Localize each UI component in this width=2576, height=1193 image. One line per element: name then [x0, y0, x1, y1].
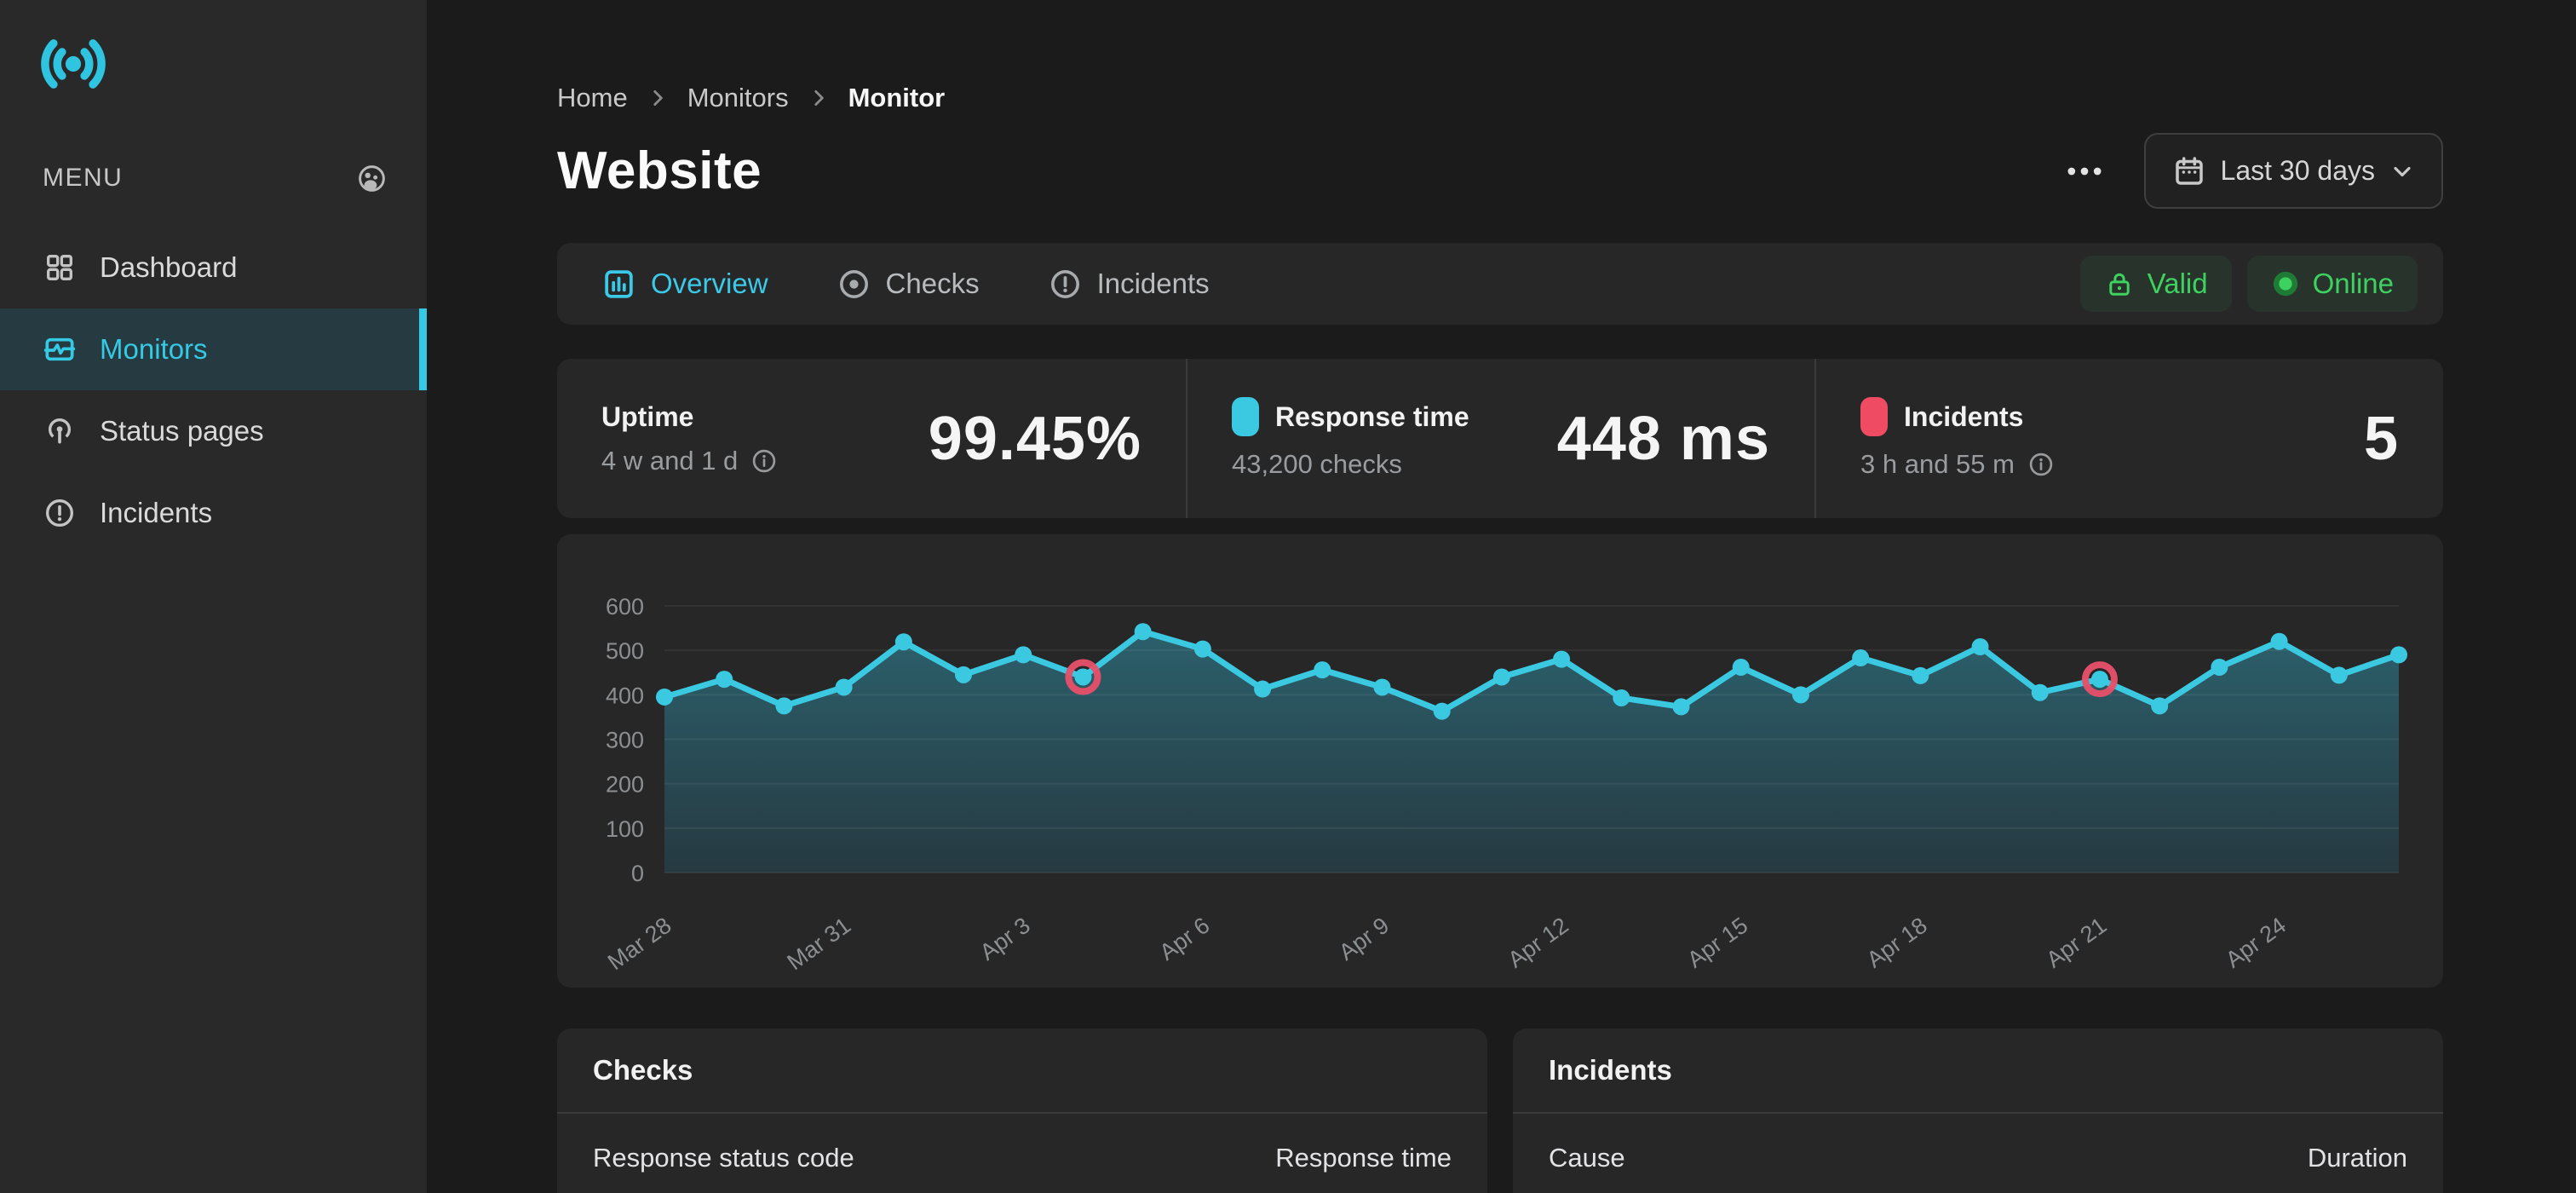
info-icon[interactable] — [2027, 450, 2056, 479]
chevron-right-icon — [808, 87, 830, 109]
svg-text:Mar 28: Mar 28 — [603, 913, 676, 976]
info-icon[interactable] — [750, 447, 779, 475]
incidents-swatch — [1860, 397, 1888, 436]
response-time-swatch — [1232, 397, 1259, 436]
page-title: Website — [557, 141, 762, 201]
svg-text:200: 200 — [606, 772, 644, 798]
app-logo-icon[interactable] — [37, 28, 109, 100]
checks-table-title: Checks — [557, 1029, 1487, 1114]
calendar-icon — [2171, 153, 2207, 189]
stat-title: Uptime — [601, 401, 693, 433]
tab-bar: Overview Checks Incidents — [557, 243, 2443, 325]
svg-text:Apr 9: Apr 9 — [1334, 913, 1394, 965]
tab-checks[interactable]: Checks — [837, 267, 980, 302]
chart-card: 0 100 200 300 400 500 600 Mar 28 Mar 31 Apr 3 Apr … — [557, 534, 2443, 988]
column-cause: Cause — [1549, 1143, 1625, 1173]
breadcrumb-monitors[interactable]: Monitors — [687, 83, 789, 113]
online-status-badge: Online — [2247, 256, 2418, 312]
bar-chart-square-icon — [601, 267, 636, 302]
svg-text:0: 0 — [631, 861, 644, 886]
incidents-table-card: Incidents Cause Duration — [1513, 1029, 2443, 1193]
sidebar-item-label: Status pages — [100, 415, 264, 447]
stat-subtitle: 4 w and 1 d — [601, 446, 738, 476]
online-dot-icon — [2271, 269, 2300, 298]
stat-uptime: Uptime 4 w and 1 d 99.45% — [557, 359, 1186, 518]
column-response-status-code: Response status code — [593, 1143, 854, 1173]
svg-text:500: 500 — [606, 638, 644, 664]
date-range-button[interactable]: Last 30 days — [2144, 133, 2443, 209]
broadcast-icon — [43, 414, 77, 448]
breadcrumb: Home Monitors Monitor — [557, 82, 2443, 114]
tab-label: Checks — [886, 268, 980, 300]
svg-text:600: 600 — [606, 594, 644, 620]
breadcrumb-monitor: Monitor — [848, 83, 946, 113]
svg-text:Mar 31: Mar 31 — [783, 913, 856, 976]
svg-text:Apr 15: Apr 15 — [1682, 913, 1752, 973]
svg-text:Apr 6: Apr 6 — [1155, 913, 1215, 965]
tab-overview[interactable]: Overview — [601, 267, 768, 302]
badge-label: Valid — [2148, 268, 2208, 300]
account-face-icon[interactable] — [356, 163, 388, 194]
chevron-right-icon — [647, 87, 669, 109]
tab-incidents[interactable]: Incidents — [1048, 267, 1210, 302]
sidebar-item-label: Incidents — [100, 497, 212, 529]
sidebar: MENU Dashboard — [0, 0, 427, 1193]
stat-title: Incidents — [1904, 401, 2023, 433]
svg-text:300: 300 — [606, 728, 644, 753]
stat-value: 448 ms — [1557, 404, 1770, 474]
svg-text:Apr 21: Apr 21 — [2041, 913, 2111, 973]
stat-response-time: Response time 43,200 checks 448 ms — [1186, 359, 1814, 518]
svg-text:100: 100 — [606, 816, 644, 842]
svg-text:Apr 3: Apr 3 — [975, 913, 1035, 965]
stat-incidents: Incidents 3 h and 55 m 5 — [1814, 359, 2443, 518]
circle-dot-icon — [837, 267, 871, 302]
checks-table-card: Checks Response status code Response tim… — [557, 1029, 1487, 1193]
stat-subtitle: 3 h and 55 m — [1860, 449, 2015, 480]
svg-text:Apr 18: Apr 18 — [1862, 913, 1932, 973]
sidebar-item-incidents[interactable]: Incidents — [0, 472, 427, 554]
response-time-chart: 0 100 200 300 400 500 600 Mar 28 Mar 31 Apr 3 Apr … — [557, 534, 2443, 988]
lock-icon — [2104, 268, 2135, 299]
column-duration: Duration — [2308, 1143, 2407, 1173]
tab-label: Incidents — [1097, 268, 1210, 300]
sidebar-item-monitors[interactable]: Monitors — [0, 308, 427, 390]
incidents-table-title: Incidents — [1513, 1029, 2443, 1114]
stat-value: 99.45% — [929, 404, 1141, 474]
alert-circle-icon — [1048, 267, 1083, 302]
sidebar-item-label: Monitors — [100, 333, 208, 366]
breadcrumb-home[interactable]: Home — [557, 83, 628, 113]
more-button[interactable] — [2062, 149, 2107, 193]
monitor-pulse-icon — [43, 332, 77, 366]
sidebar-item-label: Dashboard — [100, 251, 237, 284]
svg-text:Apr 12: Apr 12 — [1504, 913, 1573, 973]
svg-text:400: 400 — [606, 683, 644, 708]
ellipsis-icon — [2062, 149, 2107, 193]
svg-text:Apr 24: Apr 24 — [2221, 913, 2291, 973]
chevron-down-icon — [2389, 158, 2416, 185]
stats-card: Uptime 4 w and 1 d 99.45% Response time — [557, 359, 2443, 518]
grid-icon — [43, 251, 77, 285]
sidebar-item-status-pages[interactable]: Status pages — [0, 390, 427, 472]
tab-label: Overview — [651, 268, 768, 300]
stat-subtitle: 43,200 checks — [1232, 449, 1402, 480]
column-response-time: Response time — [1275, 1143, 1452, 1173]
date-range-label: Last 30 days — [2221, 155, 2375, 187]
stat-value: 5 — [2364, 404, 2399, 474]
menu-heading: MENU — [43, 164, 123, 193]
sidebar-item-dashboard[interactable]: Dashboard — [0, 227, 427, 308]
ssl-valid-badge: Valid — [2080, 256, 2232, 312]
stat-title: Response time — [1275, 401, 1469, 433]
alert-circle-icon — [43, 496, 77, 530]
sidebar-nav: Dashboard Monitors Status pages Incide — [0, 227, 427, 554]
main-content: Home Monitors Monitor Website Last 30 da… — [427, 0, 2576, 1193]
badge-label: Online — [2313, 268, 2394, 300]
